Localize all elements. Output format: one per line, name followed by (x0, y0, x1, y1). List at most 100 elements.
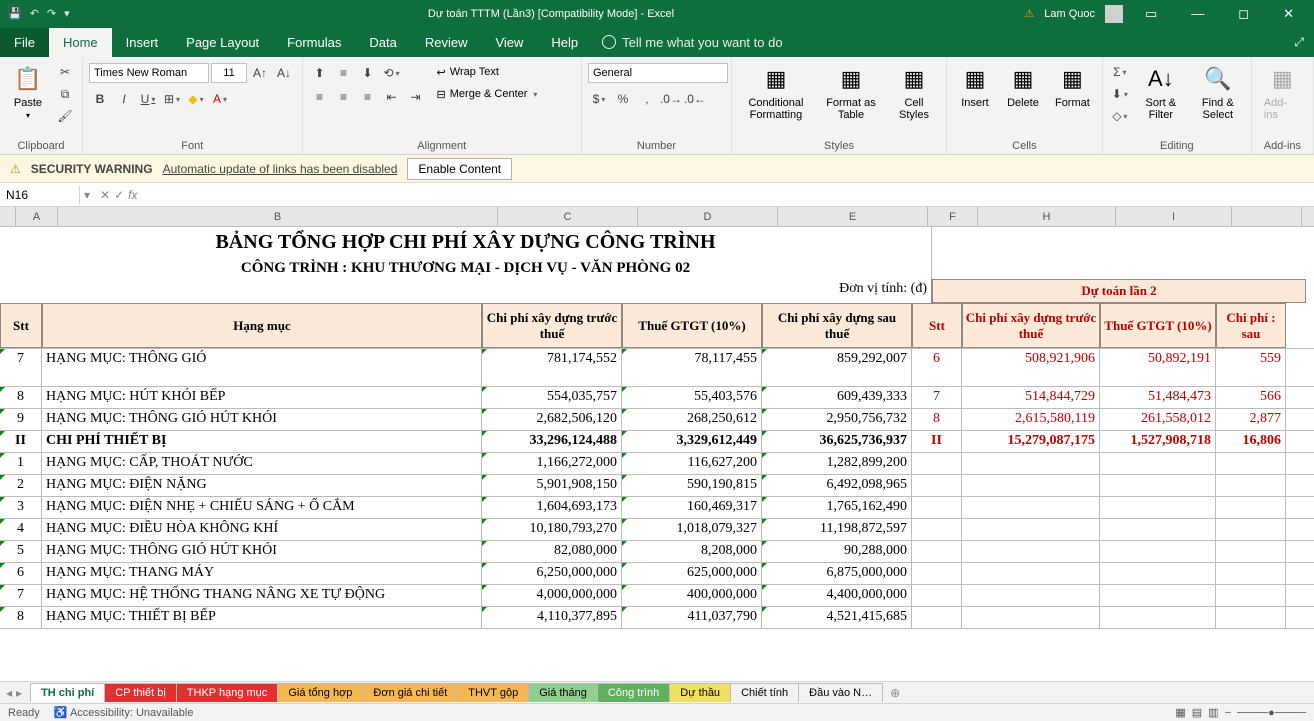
fill-color-button[interactable]: ◆ (185, 88, 207, 110)
cell[interactable] (912, 585, 962, 606)
sheet-tab[interactable]: THVT gộp (457, 683, 529, 702)
user-name[interactable]: Lam Quoc (1044, 8, 1095, 20)
decrease-decimal-icon[interactable]: .0← (684, 88, 706, 110)
col-header[interactable]: I (1116, 207, 1232, 226)
font-size-input[interactable] (211, 63, 247, 83)
align-middle-icon[interactable]: ≡ (333, 62, 355, 84)
cancel-formula-icon[interactable]: ✕ (100, 188, 110, 202)
cell[interactable] (1100, 453, 1216, 474)
sheet-tab[interactable]: Chiết tính (730, 683, 799, 702)
format-cells-button[interactable]: ▦Format (1049, 61, 1096, 111)
cell[interactable] (1216, 585, 1286, 606)
cell[interactable]: 8 (0, 607, 42, 628)
col-header[interactable]: F (928, 207, 978, 226)
align-bottom-icon[interactable]: ⬇ (357, 62, 379, 84)
cell[interactable]: 90,288,000 (762, 541, 912, 562)
cell[interactable] (1100, 519, 1216, 540)
cell[interactable]: 3,329,612,449 (622, 431, 762, 452)
table-row[interactable]: 6HẠNG MỤC: THANG MÁY6,250,000,000625,000… (0, 563, 1314, 585)
tab-insert[interactable]: Insert (112, 28, 173, 57)
align-top-icon[interactable]: ⬆ (309, 62, 331, 84)
cell[interactable] (962, 585, 1100, 606)
cell[interactable] (912, 453, 962, 474)
bold-button[interactable]: B (89, 88, 111, 110)
cell[interactable]: 33,296,124,488 (482, 431, 622, 452)
tab-page-layout[interactable]: Page Layout (172, 28, 273, 57)
cell[interactable]: 6,250,000,000 (482, 563, 622, 584)
align-center-icon[interactable]: ≡ (333, 86, 355, 108)
sheet-tab[interactable]: Đơn giá chi tiết (362, 683, 458, 702)
cell[interactable] (1100, 497, 1216, 518)
table-row[interactable]: 7HẠNG MỤC: HỆ THỐNG THANG NÂNG XE TỰ ĐỘN… (0, 585, 1314, 607)
col-header[interactable]: A (16, 207, 58, 226)
table-row[interactable]: 5HẠNG MỤC: THÔNG GIÓ HÚT KHÓI82,080,0008… (0, 541, 1314, 563)
cell[interactable]: 1,166,272,000 (482, 453, 622, 474)
new-sheet-icon[interactable]: ⊕ (882, 686, 908, 700)
spreadsheet-grid[interactable]: A B C D E F H I BẢNG TỔNG HỢP CHI PHÍ XÂ… (0, 207, 1314, 629)
delete-cells-button[interactable]: ▦Delete (1001, 61, 1045, 111)
avatar[interactable] (1105, 5, 1123, 23)
cell[interactable]: 1,527,908,718 (1100, 431, 1216, 452)
cell[interactable] (1100, 475, 1216, 496)
cell[interactable]: 4,000,000,000 (482, 585, 622, 606)
cell[interactable]: 859,292,007 (762, 349, 912, 386)
cut-icon[interactable]: ✂ (54, 61, 76, 83)
fill-icon[interactable]: ⬇ (1109, 83, 1131, 105)
cell[interactable]: 411,037,790 (622, 607, 762, 628)
cell[interactable] (1100, 563, 1216, 584)
cell[interactable] (1100, 541, 1216, 562)
format-painter-icon[interactable]: 🖌 (54, 105, 76, 127)
cell[interactable]: 16,806 (1216, 431, 1286, 452)
cell[interactable]: 55,403,576 (622, 387, 762, 408)
cell[interactable]: HẠNG MỤC: ĐIỆN NẶNG (42, 475, 482, 496)
cell[interactable]: II (0, 431, 42, 452)
sheet-tab[interactable]: TH chi phí (30, 683, 105, 702)
tab-help[interactable]: Help (537, 28, 592, 57)
col-header[interactable]: C (498, 207, 638, 226)
cell[interactable]: 261,558,012 (1100, 409, 1216, 430)
table-row[interactable]: 1HẠNG MỤC: CẤP, THOÁT NƯỚC1,166,272,0001… (0, 453, 1314, 475)
sheet-tab[interactable]: Công trình (597, 683, 670, 702)
addins-button[interactable]: ▦Add-ins (1258, 61, 1307, 123)
cell[interactable]: HẠNG MỤC: THÔNG GIÓ HÚT KHÓI (42, 541, 482, 562)
font-name-input[interactable] (89, 63, 209, 83)
copy-icon[interactable]: ⧉ (54, 83, 76, 105)
cell[interactable] (1100, 585, 1216, 606)
cell[interactable] (912, 607, 962, 628)
cell[interactable]: 82,080,000 (482, 541, 622, 562)
cell[interactable]: 559 (1216, 349, 1286, 386)
orientation-icon[interactable]: ⟲ (381, 62, 403, 84)
sheet-nav-last-icon[interactable]: ▸ (16, 686, 22, 700)
table-row[interactable]: 3HẠNG MỤC: ĐIỆN NHẸ + CHIẾU SÁNG + Ổ CẮM… (0, 497, 1314, 519)
cell[interactable]: 400,000,000 (622, 585, 762, 606)
conditional-formatting-button[interactable]: ▦Conditional Formatting (738, 61, 814, 123)
cell[interactable]: 2,877 (1216, 409, 1286, 430)
redo-icon[interactable]: ↷ (47, 7, 56, 20)
cell[interactable] (962, 453, 1100, 474)
qat-more-icon[interactable]: ▾ (64, 7, 70, 20)
cell[interactable]: HẠNG MỤC: THÔNG GIÓ HÚT KHÓI (42, 409, 482, 430)
sheet-tab[interactable]: CP thiết bị (104, 683, 177, 702)
cell[interactable] (1216, 497, 1286, 518)
increase-font-icon[interactable]: A↑ (249, 62, 271, 84)
cell[interactable] (962, 519, 1100, 540)
cell[interactable]: 4 (0, 519, 42, 540)
sheet-tab[interactable]: Đầu vào N… (798, 683, 883, 702)
cell[interactable]: HẠNG MỤC: HÚT KHÓI BẾP (42, 387, 482, 408)
accessibility-status[interactable]: ♿ Accessibility: Unavailable (54, 706, 194, 719)
increase-decimal-icon[interactable]: .0→ (660, 88, 682, 110)
zoom-out-icon[interactable]: − (1225, 707, 1231, 719)
tell-me-search[interactable]: Tell me what you want to do (602, 35, 782, 50)
cell[interactable]: 160,469,317 (622, 497, 762, 518)
cell[interactable]: HẠNG MỤC: THANG MÁY (42, 563, 482, 584)
namebox-dropdown-icon[interactable]: ▾ (80, 188, 94, 202)
find-select-button[interactable]: 🔍Find & Select (1191, 61, 1245, 123)
decrease-font-icon[interactable]: A↓ (273, 62, 295, 84)
wrap-text-button[interactable]: ↩Wrap Text (431, 61, 544, 83)
cell[interactable]: II (912, 431, 962, 452)
col-header[interactable]: D (638, 207, 778, 226)
align-left-icon[interactable]: ≡ (309, 86, 331, 108)
cell[interactable] (1216, 475, 1286, 496)
cell[interactable]: 1,765,162,490 (762, 497, 912, 518)
cell[interactable]: 4,521,415,685 (762, 607, 912, 628)
